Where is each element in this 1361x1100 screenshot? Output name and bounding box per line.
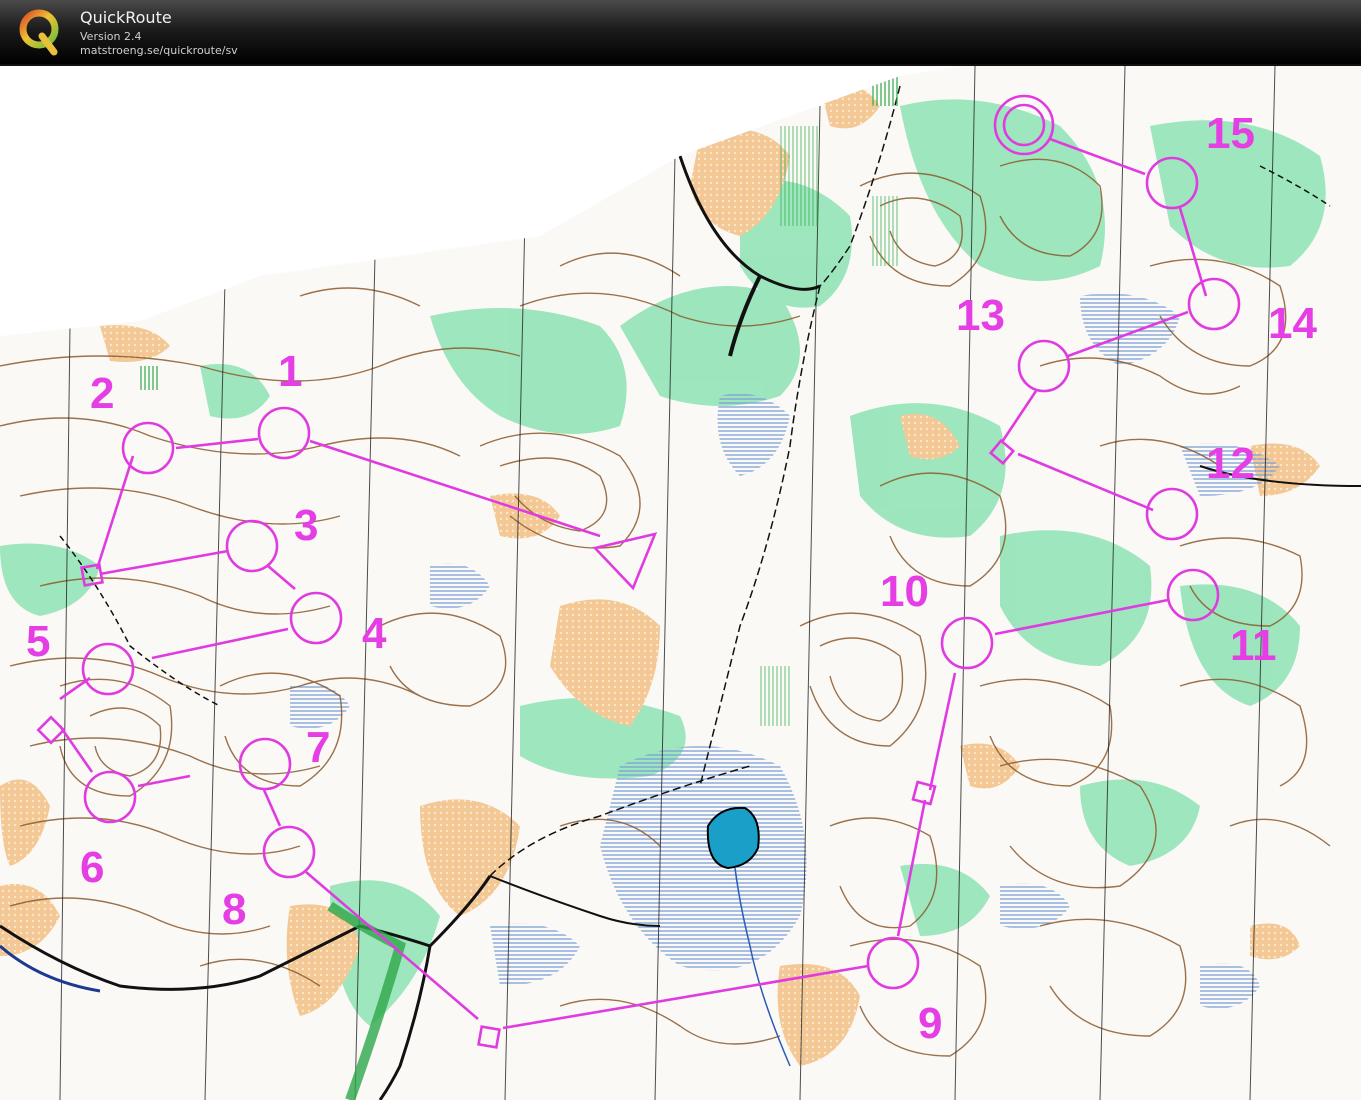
app-version: Version 2.4 — [80, 30, 142, 43]
control-number-12: 12 — [1206, 439, 1255, 488]
control-number-9: 9 — [918, 999, 942, 1048]
quickroute-logo-icon — [19, 9, 59, 56]
title-bar: QuickRoute Version 2.4 matstroeng.se/qui… — [0, 0, 1361, 66]
control-number-15: 15 — [1206, 109, 1255, 158]
control-number-8: 8 — [222, 885, 246, 934]
control-number-6: 6 — [80, 843, 104, 892]
control-number-11: 11 — [1230, 621, 1277, 670]
control-number-5: 5 — [26, 617, 50, 666]
control-number-1: 1 — [278, 347, 302, 396]
control-number-10: 10 — [880, 567, 929, 616]
lake — [706, 806, 760, 870]
control-number-14: 14 — [1268, 299, 1317, 348]
control-number-4: 4 — [362, 609, 387, 658]
map-canvas[interactable]: 1 2 3 4 5 6 7 8 9 10 11 12 13 14 15 — [0, 66, 1361, 1100]
app-url: matstroeng.se/quickroute/sv — [80, 44, 238, 57]
control-number-3: 3 — [294, 501, 318, 550]
control-number-2: 2 — [90, 369, 114, 418]
control-number-7: 7 — [306, 723, 330, 772]
map-terrain — [0, 66, 1361, 1100]
app-title: QuickRoute — [80, 8, 172, 27]
control-number-13: 13 — [956, 291, 1005, 340]
quickroute-window: QuickRoute Version 2.4 matstroeng.se/qui… — [0, 0, 1361, 1100]
orienteering-map-view[interactable]: 1 2 3 4 5 6 7 8 9 10 11 12 13 14 15 — [0, 66, 1361, 1100]
